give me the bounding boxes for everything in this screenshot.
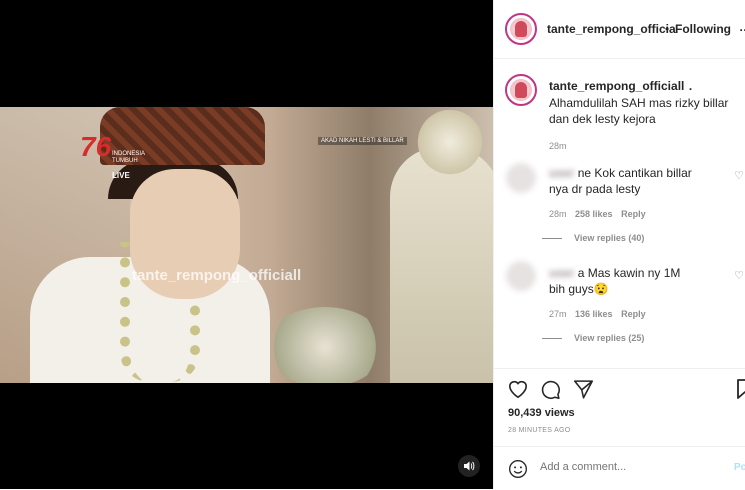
caption-username[interactable]: tante_rempong_officiall (549, 79, 684, 93)
share-icon[interactable] (573, 379, 594, 399)
flower-arrangement (265, 307, 385, 383)
comment-meta: 28m 258 likes Reply (549, 209, 729, 219)
view-replies-button[interactable]: View replies (40) (542, 233, 729, 243)
post-side-panel: tante_rempong_officia • Following … tant… (493, 0, 745, 489)
caption: tante_rempong_officiall . Alhamdulilah S… (494, 59, 745, 151)
caption-avatar[interactable] (505, 74, 537, 106)
heart-icon[interactable]: ♡ (734, 269, 744, 282)
speaker-icon (464, 461, 475, 471)
caption-time: 28m (549, 141, 567, 151)
more-icon[interactable]: … (739, 20, 745, 34)
logo-subtext: INDONESIA TUMBUH (112, 151, 145, 164)
bride-figure (390, 147, 493, 383)
reply-button[interactable]: Reply (621, 209, 646, 219)
comment-body-line2: bih guys😧 (549, 282, 609, 296)
comment-time: 27m (549, 309, 567, 319)
comment-body-line2: nya dr pada lesty (549, 182, 641, 196)
comments-list[interactable]: tante_rempong_officiall . Alhamdulilah S… (494, 59, 745, 367)
bookmark-icon[interactable] (737, 379, 745, 399)
video-watermark: tante_rempong_officiall (132, 267, 302, 284)
comment-likes[interactable]: 136 likes (575, 309, 613, 319)
comment-icon[interactable] (540, 379, 561, 400)
emoji-icon[interactable] (508, 459, 528, 479)
anniversary-logo: 76 (80, 131, 112, 162)
comment-avatar[interactable] (506, 261, 536, 291)
post-media[interactable]: 76 INDONESIA TUMBUH LIVE AKAD NIKAH LEST… (0, 0, 493, 489)
replies-dash (542, 238, 562, 240)
comment-body: ne Kok cantikan billar (577, 166, 692, 180)
comment-time: 28m (549, 209, 567, 219)
post-timestamp: 28 MINUTES AGO (508, 427, 571, 434)
mute-button[interactable] (458, 455, 480, 477)
reply-button[interactable]: Reply (621, 309, 646, 319)
comment-text: user ne Kok cantikan billar nya dr pada … (549, 165, 729, 197)
post-header: tante_rempong_officia • Following … (494, 0, 745, 59)
heart-icon[interactable] (507, 379, 529, 399)
author-username[interactable]: tante_rempong_officia (547, 22, 676, 36)
comment-item: user a Mas kawin ny 1M bih guys😧 27m 136… (494, 259, 745, 349)
post-comment-button[interactable]: Po (734, 462, 745, 473)
heart-icon[interactable]: ♡ (734, 169, 744, 182)
comment-body: a Mas kawin ny 1M (577, 266, 681, 280)
comment-meta: 27m 136 likes Reply (549, 309, 729, 319)
comment-username[interactable]: user (549, 266, 574, 280)
comment-likes[interactable]: 258 likes (575, 209, 613, 219)
comment-username[interactable]: user (549, 166, 574, 180)
live-label: LIVE (112, 171, 130, 180)
post-actions: 90,439 views 28 MINUTES AGO (494, 368, 745, 444)
replies-dash (542, 338, 562, 340)
view-count[interactable]: 90,439 views (508, 407, 575, 419)
header-separator: • (665, 22, 670, 36)
comment-avatar[interactable] (506, 163, 536, 193)
add-comment-bar: Po (494, 446, 745, 490)
video-frame[interactable]: 76 INDONESIA TUMBUH LIVE AKAD NIKAH LEST… (0, 107, 493, 383)
channel-caption: AKAD NIKAH LESTI & BILLAR (318, 137, 407, 145)
bride-ornament (410, 107, 490, 177)
following-button[interactable]: Following (675, 22, 731, 36)
comment-text: user a Mas kawin ny 1M bih guys😧 (549, 265, 729, 297)
comment-item: user ne Kok cantikan billar nya dr pada … (494, 159, 745, 249)
caption-text: Alhamdulilah SAH mas rizky billar dan de… (549, 96, 729, 126)
author-avatar[interactable] (505, 13, 537, 45)
caption-suffix: . (688, 79, 693, 93)
comment-input[interactable] (540, 461, 720, 473)
view-replies-button[interactable]: View replies (25) (542, 333, 729, 343)
